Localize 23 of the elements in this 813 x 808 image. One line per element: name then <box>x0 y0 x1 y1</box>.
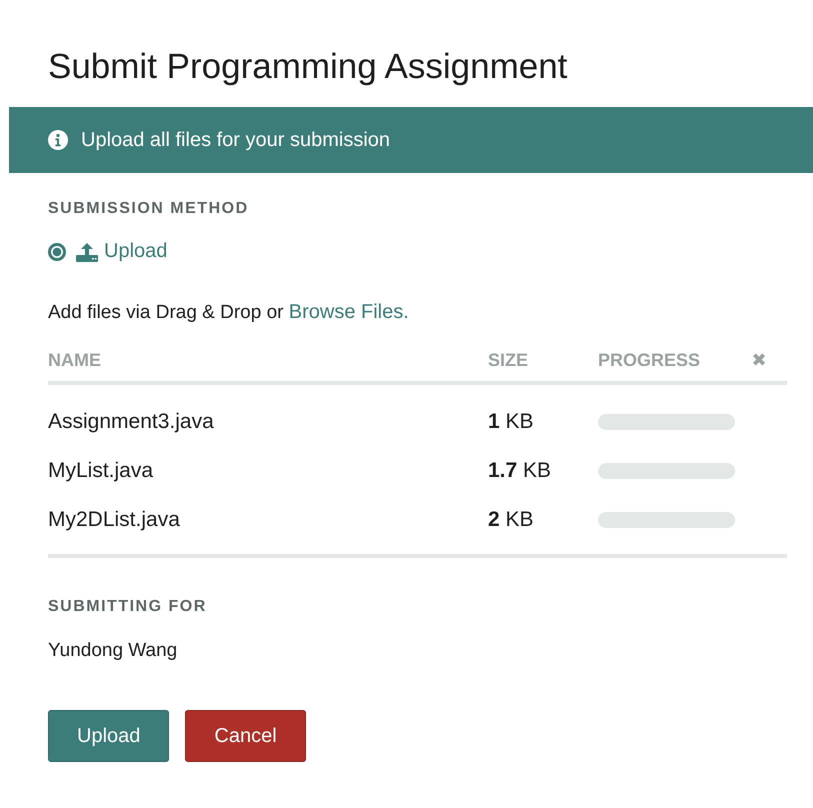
section-heading: SUBMITTING FOR <box>48 598 208 616</box>
upload-button[interactable]: Upload <box>48 710 170 762</box>
remove-all-icon[interactable]: ✖ <box>744 350 774 371</box>
file-size: 1 KB <box>488 410 535 434</box>
add-files-text: Add files via Drag & Drop or Browse Files. <box>48 301 410 324</box>
cancel-button[interactable]: Cancel <box>185 710 306 762</box>
radio-button[interactable] <box>48 242 66 260</box>
column-header: PROGRESS <box>598 350 702 371</box>
upload-option-label[interactable]: Upload <box>104 240 168 263</box>
column-header: NAME <box>48 350 102 371</box>
file-size: 1.7 KB <box>488 458 552 482</box>
info-icon <box>48 130 68 150</box>
column-header: SIZE <box>488 350 530 371</box>
file-name: MyList.java <box>48 458 154 482</box>
file-size: 2 KB <box>488 508 535 532</box>
section-heading: SUBMISSION METHOD <box>48 200 250 218</box>
file-name: Assignment3.java <box>48 410 215 434</box>
browse-files-link[interactable]: Browse Files. <box>288 301 409 323</box>
student-name: Yundong Wang <box>48 640 178 662</box>
dialog-title: Submit Programming Assignment <box>48 46 568 87</box>
upload-icon <box>76 242 98 262</box>
banner-text: Upload all files for your submission <box>81 128 390 152</box>
file-name: My2DList.java <box>48 508 181 532</box>
